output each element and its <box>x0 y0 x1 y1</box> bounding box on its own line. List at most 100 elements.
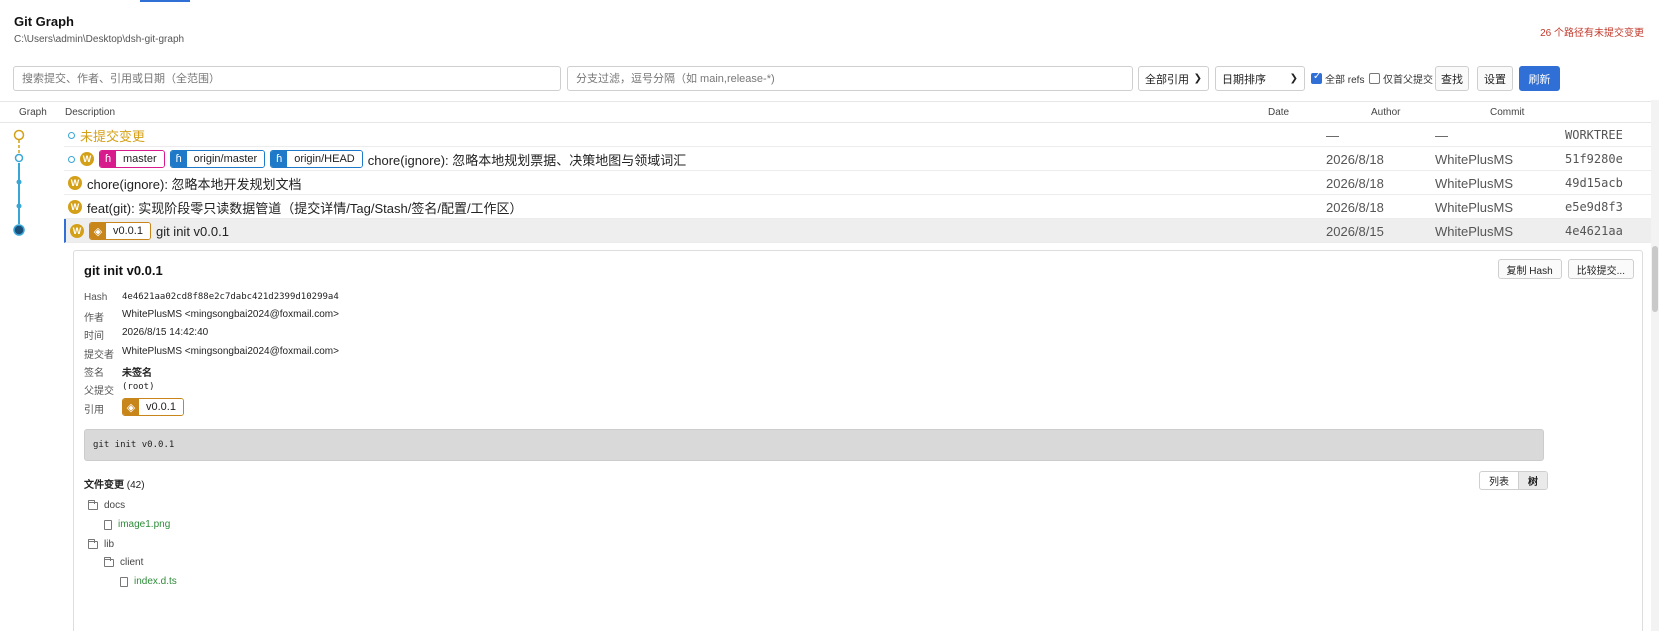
ref-label: v0.0.1 <box>139 399 183 415</box>
detail-parent-value[interactable]: (root) <box>122 382 155 392</box>
commit-date: 2026/8/15 <box>1326 224 1384 239</box>
tree-folder[interactable]: docs <box>88 499 125 511</box>
ref-label: v0.0.1 <box>106 223 150 239</box>
refresh-button[interactable]: 刷新 <box>1519 66 1560 91</box>
col-commit[interactable]: Commit <box>1490 107 1524 118</box>
detail-committer-value: WhitePlusMS <mingsongbai2024@foxmail.com… <box>122 346 339 357</box>
settings-button[interactable]: 设置 <box>1477 66 1513 91</box>
commit-hash: 51f9280e <box>1565 152 1623 166</box>
detail-signature-value: 未签名 <box>122 368 152 379</box>
commit-hash: e5e9d8f3 <box>1565 200 1623 214</box>
ref-badge-remote[interactable]: ɦ origin/HEAD <box>270 150 363 168</box>
detail-parent-row: 父提交 (root) <box>84 382 155 397</box>
commit-author: — <box>1435 128 1448 143</box>
file-changes-title: 文件变更 (42) <box>84 476 145 491</box>
all-refs-checkbox[interactable]: 全部 refs <box>1311 66 1364 91</box>
app-title: Git Graph <box>14 14 74 29</box>
commit-graph <box>13 129 25 236</box>
chevron-down-icon: ❯ <box>1193 73 1202 84</box>
commit-author: WhitePlusMS <box>1435 152 1514 167</box>
commit-hash: 49d15acb <box>1565 176 1623 190</box>
tree-folder[interactable]: lib <box>88 538 115 550</box>
ref-label: master <box>116 151 164 167</box>
first-parent-checkbox[interactable]: 仅首父提交 <box>1369 66 1433 91</box>
ref-badge-tag[interactable]: ◈ v0.0.1 <box>122 398 184 416</box>
commit-row[interactable]: W chore(ignore): 忽略本地开发规划文档 2026/8/18 Wh… <box>64 171 1651 195</box>
ref-label: origin/master <box>186 151 265 167</box>
graph-node-selected[interactable] <box>13 224 25 236</box>
detail-label: 作者 <box>84 313 104 324</box>
detail-hash-value: 4e4621aa02cd8f88e2c7dabc421d2399d10299a4 <box>122 292 339 302</box>
row-description: 未提交变更 <box>68 126 145 144</box>
tree-item-label: lib <box>104 539 115 550</box>
active-tab-indicator <box>140 0 190 2</box>
commit-author: WhitePlusMS <box>1435 224 1514 239</box>
toolbar: 全部引用 ❯ 日期排序 ❯ 全部 refs 仅首父提交 查找 设置 刷新 <box>13 66 1650 91</box>
commit-message-box: git init v0.0.1 <box>84 429 1544 461</box>
compare-commits-button[interactable]: 比较提交... <box>1567 259 1634 279</box>
detail-label: 时间 <box>84 331 104 342</box>
col-graph[interactable]: Graph <box>19 107 47 118</box>
detail-label: 父提交 <box>84 386 114 397</box>
row-description: W chore(ignore): 忽略本地开发规划文档 <box>68 174 302 192</box>
graph-node-uncommitted[interactable] <box>13 129 25 141</box>
file-view-toggle: 列表 树 <box>1479 471 1548 490</box>
folder-open-icon <box>104 556 114 567</box>
detail-author-value: WhitePlusMS <mingsongbai2024@foxmail.com… <box>122 309 339 320</box>
ref-label: origin/HEAD <box>287 151 362 167</box>
scrollbar-track[interactable] <box>1651 100 1659 631</box>
detail-actions: 复制 Hash 比较提交... <box>1497 259 1634 279</box>
detail-label: 签名 <box>84 368 104 379</box>
row-description: W feat(git): 实现阶段零只读数据管道（提交详情/Tag/Stash/… <box>68 198 523 216</box>
graph-node[interactable] <box>16 179 22 185</box>
graph-node[interactable] <box>16 203 22 209</box>
refs-select[interactable]: 全部引用 ❯ <box>1138 66 1209 91</box>
uncommitted-warning[interactable]: 26 个路径有未提交变更 <box>1540 24 1644 39</box>
detail-title: git init v0.0.1 <box>84 263 163 278</box>
ref-badge-remote[interactable]: ɦ origin/master <box>169 150 266 168</box>
detail-refs-value: ◈ v0.0.1 <box>122 398 184 416</box>
commit-detail-panel: git init v0.0.1 复制 Hash 比较提交... Hash 4e4… <box>73 250 1643 631</box>
tree-file[interactable]: index.d.ts <box>120 576 177 587</box>
copy-hash-button[interactable]: 复制 Hash <box>1497 259 1562 279</box>
uncommitted-dot-icon <box>68 131 75 139</box>
tree-file[interactable]: image1.png <box>104 519 170 530</box>
column-header: Graph Description Date Author Commit <box>0 101 1651 123</box>
find-button[interactable]: 查找 <box>1435 66 1469 91</box>
first-parent-label: 仅首父提交 <box>1383 75 1433 86</box>
detail-time-row: 时间 2026/8/15 14:42:40 <box>84 327 208 342</box>
file-changes-label: 文件变更 <box>84 480 124 491</box>
commit-row-selected[interactable]: W ◈ v0.0.1 git init v0.0.1 2026/8/15 Whi… <box>64 219 1651 243</box>
tree-folder[interactable]: client <box>104 556 143 568</box>
head-dot-icon <box>68 155 75 163</box>
ref-badge-tag[interactable]: ◈ v0.0.1 <box>89 222 151 240</box>
app-header: Git Graph C:\Users\admin\Desktop\dsh-git… <box>14 14 1644 50</box>
branch-filter-input[interactable] <box>567 66 1133 91</box>
commit-row-uncommitted[interactable]: 未提交变更 — — WORKTREE <box>64 123 1651 147</box>
folder-open-icon <box>88 499 98 510</box>
col-description[interactable]: Description <box>65 107 115 118</box>
col-author[interactable]: Author <box>1371 107 1400 118</box>
detail-signature-row: 签名 未签名 <box>84 364 152 379</box>
view-list-button[interactable]: 列表 <box>1480 472 1518 489</box>
commit-date: 2026/8/18 <box>1326 152 1384 167</box>
detail-committer-row: 提交者 WhitePlusMS <mingsongbai2024@foxmail… <box>84 346 339 361</box>
commit-hash: WORKTREE <box>1565 128 1623 142</box>
col-date[interactable]: Date <box>1268 107 1289 118</box>
sort-select[interactable]: 日期排序 ❯ <box>1215 66 1305 91</box>
row-description: W ɦ master ɦ origin/master ɦ origin/HEAD… <box>68 150 686 168</box>
search-input[interactable] <box>13 66 561 91</box>
chevron-down-icon: ❯ <box>1289 73 1298 84</box>
checkbox-checked-icon[interactable] <box>1311 71 1322 84</box>
checkbox-unchecked-icon[interactable] <box>1369 73 1380 84</box>
row-description: W ◈ v0.0.1 git init v0.0.1 <box>70 222 229 240</box>
ref-badge-branch[interactable]: ɦ master <box>99 150 165 168</box>
commit-row[interactable]: W ɦ master ɦ origin/master ɦ origin/HEAD… <box>64 147 1651 171</box>
graph-node-head[interactable] <box>14 153 24 163</box>
file-icon <box>120 576 128 587</box>
tag-icon: ◈ <box>90 223 106 239</box>
commit-row[interactable]: W feat(git): 实现阶段零只读数据管道（提交详情/Tag/Stash/… <box>64 195 1651 219</box>
scrollbar-thumb[interactable] <box>1652 246 1658 312</box>
view-tree-button[interactable]: 树 <box>1518 472 1547 489</box>
refs-select-value: 全部引用 <box>1145 73 1189 86</box>
